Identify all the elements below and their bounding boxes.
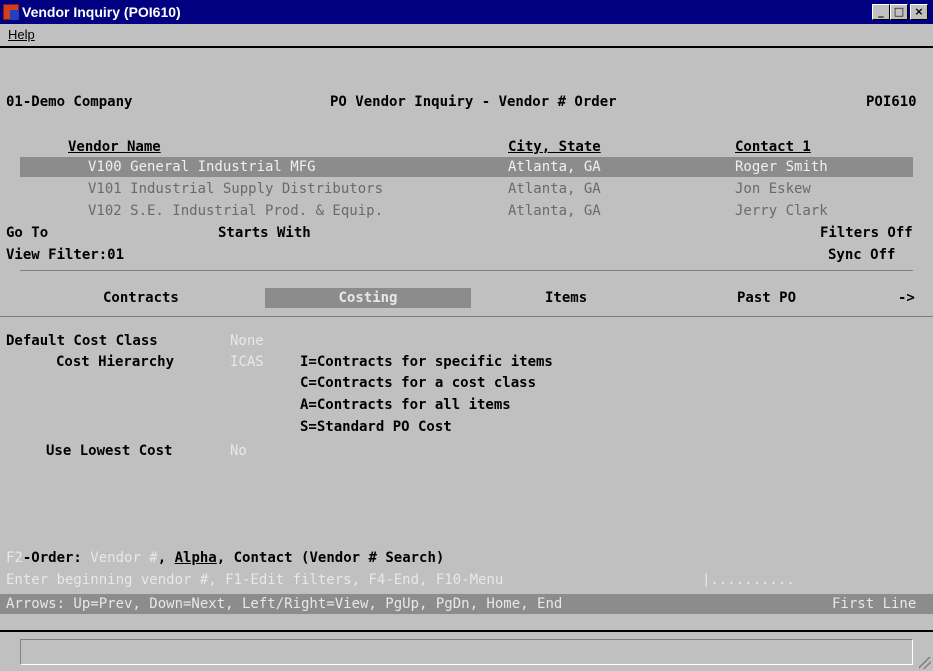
prompt-text: Enter beginning vendor #, F1-Edit filter… — [6, 572, 504, 588]
cost-hierarchy-label: Cost Hierarchy — [56, 354, 175, 370]
vendor-inquiry-window: Vendor Inquiry (POI610) _ □ × Help 01-De… — [0, 0, 933, 671]
company-name: 01-Demo Company — [6, 94, 133, 110]
screen-top-border — [0, 46, 933, 48]
vendor-row-city[interactable]: Atlanta, GA — [508, 201, 601, 221]
search-input[interactable]: |.......... — [702, 570, 795, 590]
status-field — [20, 639, 913, 665]
goto-label[interactable]: Go To — [6, 223, 48, 243]
cost-hierarchy-value[interactable]: ICAS — [230, 352, 264, 372]
col-header-vendor-name[interactable]: Vendor Name — [68, 137, 161, 157]
tab-next-arrow[interactable]: -> — [898, 288, 915, 308]
line-status: First Line — [832, 596, 917, 612]
vendor-row-name[interactable]: V102 S.E. Industrial Prod. & Equip. — [88, 201, 383, 221]
app-icon[interactable] — [3, 4, 19, 20]
vendor-row-name[interactable]: V100 General Industrial MFG — [88, 157, 316, 177]
vendor-row-city[interactable]: Atlanta, GA — [508, 179, 601, 199]
order-prefix: -Order: — [22, 550, 91, 566]
vendor-row-name[interactable]: V101 Industrial Supply Distributors — [88, 179, 383, 199]
minimize-button[interactable]: _ — [872, 4, 890, 20]
vendor-row-contact[interactable]: Jon Eskew — [735, 179, 811, 199]
order-vendor[interactable]: Vendor # — [90, 550, 157, 566]
filters-status[interactable]: Filters Off — [820, 223, 913, 243]
cost-legend-c: C=Contracts for a cost class — [300, 375, 537, 391]
screen-title: PO Vendor Inquiry - Vendor # Order — [330, 94, 617, 110]
cost-legend-s: S=Standard PO Cost — [300, 419, 452, 435]
view-filter[interactable]: View Filter:01 — [6, 245, 124, 265]
col-header-contact[interactable]: Contact 1 — [735, 137, 811, 157]
vendor-row-contact[interactable]: Jerry Clark — [735, 201, 828, 221]
use-lowest-cost-value[interactable]: No — [230, 441, 247, 461]
divider — [20, 270, 913, 271]
order-prefix-fkey: F2 — [6, 550, 23, 566]
close-button[interactable]: × — [910, 4, 928, 20]
cost-legend-a: A=Contracts for all items — [300, 397, 511, 413]
menu-bar: Help — [0, 24, 933, 46]
starts-with-label[interactable]: Starts With — [218, 223, 311, 243]
vendor-row-contact[interactable]: Roger Smith — [735, 157, 828, 177]
arrows-help: Arrows: Up=Prev, Down=Next, Left/Right=V… — [6, 596, 563, 612]
cost-legend-i: I=Contracts for specific items — [300, 354, 553, 370]
tab-past-po[interactable]: Past PO — [737, 288, 796, 308]
order-options: F2-Order: Vendor #, Alpha, Contact (Vend… — [6, 548, 444, 568]
tab-costing[interactable]: Costing — [265, 288, 471, 308]
sync-status[interactable]: Sync Off — [828, 245, 895, 265]
order-sep2: , — [216, 550, 234, 566]
program-id: POI610 — [866, 94, 917, 110]
default-cost-class-label: Default Cost Class — [6, 333, 158, 349]
order-sep1: , — [157, 550, 175, 566]
order-alpha[interactable]: Alpha — [175, 550, 217, 566]
menu-help-label: Help — [8, 27, 35, 42]
use-lowest-cost-label: Use Lowest Cost — [46, 443, 173, 459]
order-contact[interactable]: Contact — [234, 550, 293, 566]
resize-grip-icon[interactable] — [919, 657, 931, 669]
maximize-button[interactable]: □ — [890, 4, 908, 20]
tab-items[interactable]: Items — [545, 288, 587, 308]
title-bar[interactable]: Vendor Inquiry (POI610) _ □ × — [0, 0, 933, 24]
vendor-row-city[interactable]: Atlanta, GA — [508, 157, 601, 177]
order-suffix: (Vendor # Search) — [292, 550, 445, 566]
status-top-border — [0, 630, 933, 632]
tab-divider — [0, 316, 933, 317]
window-title: Vendor Inquiry (POI610) — [22, 4, 181, 20]
col-header-city-state[interactable]: City, State — [508, 137, 601, 157]
tab-contracts[interactable]: Contracts — [103, 288, 179, 308]
menu-help[interactable]: Help — [8, 27, 35, 42]
default-cost-class-value[interactable]: None — [230, 331, 264, 351]
